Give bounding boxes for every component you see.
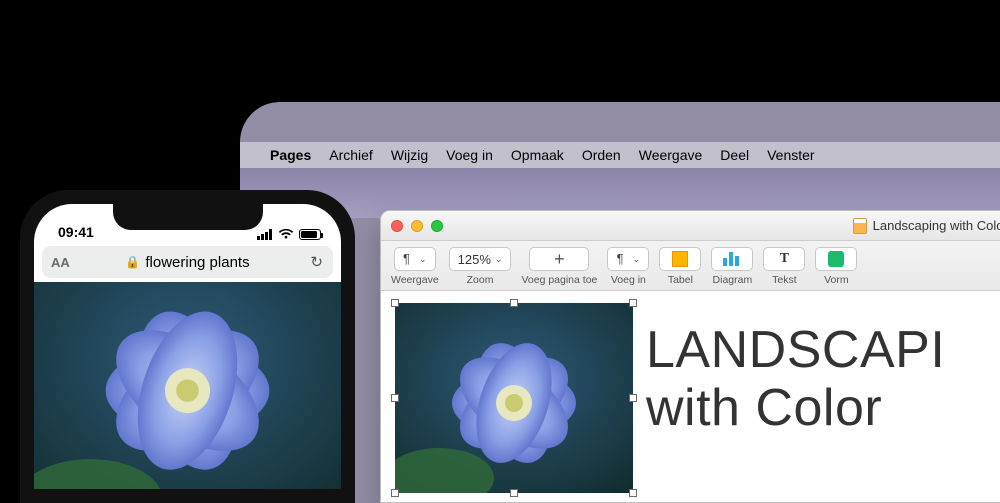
status-time: 09:41 bbox=[58, 224, 94, 240]
plus-icon: + bbox=[554, 250, 565, 268]
lock-icon: 🔒 bbox=[125, 255, 140, 269]
iphone-notch bbox=[113, 204, 263, 230]
toolbar-chart-label: Diagram bbox=[713, 274, 753, 286]
menu-opmaak[interactable]: Opmaak bbox=[511, 147, 564, 163]
close-button[interactable] bbox=[391, 220, 403, 232]
iphone-device: 09:41 AA 🔒 flowering plants ↻ bbox=[20, 190, 355, 503]
document-icon bbox=[853, 218, 867, 234]
heading-line-1: LANDSCAPI bbox=[646, 321, 945, 379]
flower-image bbox=[34, 282, 341, 489]
toolbar-text-label: Tekst bbox=[772, 274, 797, 286]
chevron-down-icon: ⌄ bbox=[633, 254, 641, 265]
safari-page-content[interactable] bbox=[34, 282, 341, 489]
flower-image bbox=[395, 303, 633, 493]
toolbar-table-label: Tabel bbox=[668, 274, 693, 286]
toolbar-text[interactable]: T Tekst bbox=[763, 247, 805, 286]
menubar-app-name[interactable]: Pages bbox=[270, 147, 311, 163]
selection-handle[interactable] bbox=[391, 489, 399, 497]
chevron-down-icon: ⌄ bbox=[495, 254, 503, 265]
selection-handle[interactable] bbox=[391, 394, 399, 402]
menu-archief[interactable]: Archief bbox=[329, 147, 373, 163]
toolbar-chart[interactable]: Diagram bbox=[711, 247, 753, 286]
mac-menubar: Pages Archief Wijzig Voeg in Opmaak Orde… bbox=[240, 142, 1000, 168]
menu-venster[interactable]: Venster bbox=[767, 147, 814, 163]
toolbar-insert-label: Voeg in bbox=[611, 274, 646, 286]
selection-handle[interactable] bbox=[510, 299, 518, 307]
document-canvas[interactable]: LANDSCAPI with Color bbox=[381, 291, 1000, 502]
document-heading[interactable]: LANDSCAPI with Color bbox=[646, 321, 945, 437]
toolbar-add-page[interactable]: + Voeg pagina toe bbox=[521, 247, 597, 286]
wifi-icon bbox=[278, 228, 294, 240]
window-titlebar: Landscaping with Color ⌄ bbox=[381, 211, 1000, 241]
document-title[interactable]: Landscaping with Color ⌄ bbox=[853, 218, 1000, 234]
chart-icon bbox=[723, 252, 741, 266]
selection-handle[interactable] bbox=[629, 489, 637, 497]
screenshot-stage: Pages Archief Wijzig Voeg in Opmaak Orde… bbox=[0, 0, 1000, 503]
toolbar-add-page-label: Voeg pagina toe bbox=[521, 274, 597, 286]
toolbar-shape-label: Vorm bbox=[824, 274, 849, 286]
battery-icon bbox=[299, 229, 321, 240]
menu-voeg-in[interactable]: Voeg in bbox=[446, 147, 493, 163]
toolbar-shape[interactable]: Vorm bbox=[815, 247, 857, 286]
document-title-text: Landscaping with Color bbox=[873, 218, 1000, 233]
reload-icon[interactable]: ↻ bbox=[310, 253, 323, 271]
chevron-down-icon: ⌄ bbox=[419, 254, 427, 265]
pages-toolbar: ⌄ Weergave 125%⌄ Zoom + Voeg pagina toe … bbox=[381, 241, 1000, 291]
toolbar-zoom[interactable]: 125% ⌄ Zoom bbox=[449, 247, 512, 286]
text-icon: T bbox=[780, 251, 789, 267]
shape-icon bbox=[828, 251, 844, 267]
selection-handle[interactable] bbox=[629, 299, 637, 307]
selected-image[interactable] bbox=[395, 303, 633, 493]
minimize-button[interactable] bbox=[411, 220, 423, 232]
menu-wijzig[interactable]: Wijzig bbox=[391, 147, 428, 163]
table-icon bbox=[672, 251, 688, 267]
iphone-screen: 09:41 AA 🔒 flowering plants ↻ bbox=[34, 204, 341, 489]
url-text: flowering plants bbox=[145, 254, 249, 271]
heading-line-2: with Color bbox=[646, 379, 945, 437]
toolbar-zoom-label: Zoom bbox=[467, 274, 494, 286]
zoom-button[interactable] bbox=[431, 220, 443, 232]
cellular-icon bbox=[257, 229, 273, 240]
menu-deel[interactable]: Deel bbox=[720, 147, 749, 163]
traffic-lights bbox=[391, 220, 443, 232]
menu-weergave[interactable]: Weergave bbox=[639, 147, 703, 163]
selection-handle[interactable] bbox=[510, 489, 518, 497]
toolbar-table[interactable]: Tabel bbox=[659, 247, 701, 286]
menu-orden[interactable]: Orden bbox=[582, 147, 621, 163]
zoom-value: 125% bbox=[458, 252, 491, 267]
pages-window: Landscaping with Color ⌄ ⌄ Weergave 125%… bbox=[380, 210, 1000, 503]
selection-handle[interactable] bbox=[629, 394, 637, 402]
toolbar-view-label: Weergave bbox=[391, 274, 439, 286]
toolbar-view[interactable]: ⌄ Weergave bbox=[391, 247, 439, 286]
paragraph-icon bbox=[617, 252, 629, 266]
reader-aa-button[interactable]: AA bbox=[51, 255, 70, 270]
selection-handle[interactable] bbox=[391, 299, 399, 307]
safari-toolbar: AA 🔒 flowering plants ↻ bbox=[42, 244, 333, 280]
paragraph-icon bbox=[403, 252, 415, 266]
toolbar-insert[interactable]: ⌄ Voeg in bbox=[607, 247, 649, 286]
safari-url-bar[interactable]: AA 🔒 flowering plants ↻ bbox=[42, 246, 333, 278]
